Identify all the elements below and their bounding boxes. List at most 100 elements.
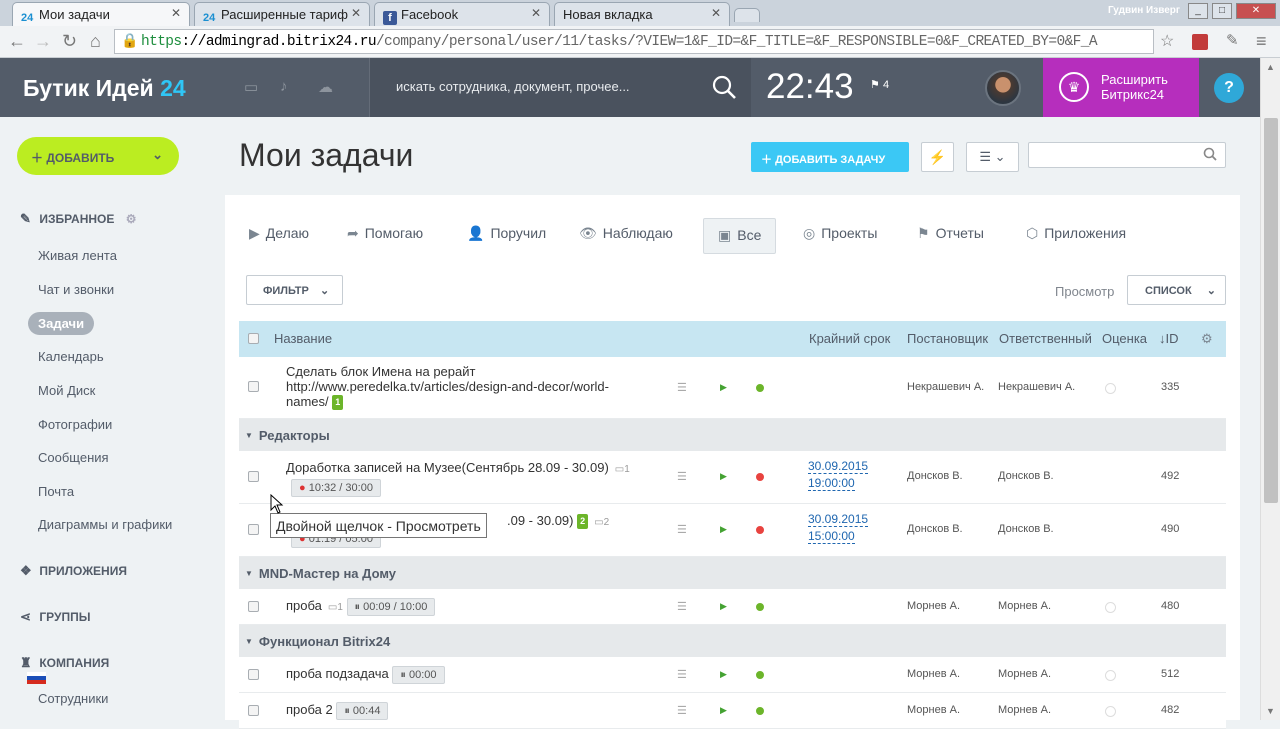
gear-icon[interactable]: ⚙ [1201,331,1213,347]
task-search-input[interactable] [1028,142,1226,168]
bookmark-star-icon[interactable]: ☆ [1160,31,1174,51]
close-tab-icon[interactable]: ✕ [351,6,361,20]
play-icon[interactable]: ▶ [720,471,727,482]
deadline[interactable]: 30.09.2015 19:00:00 [808,458,869,492]
sidebar-item-messages[interactable]: Сообщения [38,450,109,465]
back-icon[interactable]: ← [8,31,26,52]
timer[interactable]: ⏸ 00:09 / 10:00 [346,598,436,616]
creator-link[interactable]: Донсков В. [907,470,963,482]
page-scrollbar[interactable]: ▲ ▼ [1260,58,1280,720]
row-menu-icon[interactable]: ☰ [677,381,687,394]
browser-tab-facebook[interactable]: f Facebook ✕ [374,2,550,26]
group-row[interactable]: ▼ MND-Мастер на Дому [239,557,1226,589]
portal-logo[interactable]: Бутик Идей 24 [23,75,186,102]
maximize-icon[interactable]: □ [1212,3,1232,19]
table-row[interactable]: проба 2 ⏸ 00:44 ☰ ▶ Морнев А. Морнев А. … [239,693,1226,729]
row-menu-icon[interactable]: ☰ [677,523,687,536]
favorites-header[interactable]: ✎ ИЗБРАННОЕ ⚙ [20,211,137,227]
table-row[interactable]: проба подзадача ⏸ 00:00 ☰ ▶ Морнев А. Мо… [239,657,1226,693]
comments-count[interactable]: ▭1 [615,464,630,475]
column-id[interactable]: ↓ID [1159,331,1179,346]
group-row[interactable]: ▼ Функционал Bitrix24 [239,625,1226,657]
deadline[interactable]: 30.09.2015 15:00:00 [808,511,869,545]
play-icon[interactable]: ▶ [720,524,727,535]
play-icon[interactable]: ▶ [720,601,727,612]
sidebar-item-chat[interactable]: Чат и звонки [38,282,114,297]
reload-icon[interactable]: ↻ [62,31,77,52]
row-menu-icon[interactable]: ☰ [677,470,687,483]
minimize-icon[interactable]: _ [1188,3,1208,19]
collapse-icon[interactable]: ▼ [245,569,253,578]
mark-icon[interactable] [1105,602,1116,613]
bell-icon[interactable]: ♪ [280,78,288,95]
close-tab-icon[interactable]: ✕ [531,6,541,20]
gear-icon[interactable]: ⚙ [126,212,137,226]
forward-icon[interactable]: → [34,31,52,52]
tab-helping[interactable]: ➦ Помогаю [347,225,423,242]
close-tab-icon[interactable]: ✕ [171,6,181,20]
filter-button[interactable]: ФИЛЬТР ⌄ [246,275,343,305]
responsible-link[interactable]: Донсков В. [998,470,1054,482]
home-icon[interactable]: ⌂ [90,31,101,52]
sidebar-item-employees[interactable]: Сотрудники [38,691,108,706]
timer[interactable]: ● 10:32 / 30:00 [291,479,381,497]
creator-link[interactable]: Морнев А. [907,600,960,612]
menu-icon[interactable]: ≡ [1256,31,1267,52]
tab-assigned[interactable]: 👤 Поручил [467,225,546,242]
creator-link[interactable]: Морнев А. [907,704,960,716]
company-header[interactable]: ♜ КОМПАНИЯ [20,655,109,671]
scroll-thumb[interactable] [1264,118,1278,503]
responsible-link[interactable]: Донсков В. [998,523,1054,535]
add-button[interactable]: ＋ ДОБАВИТЬ ⌄ [17,137,179,175]
creator-link[interactable]: Донсков В. [907,523,963,535]
global-search[interactable]: искать сотрудника, документ, прочее... [369,58,751,117]
column-responsible[interactable]: Ответственный [999,331,1092,346]
new-tab-button[interactable] [734,8,760,22]
collapse-icon[interactable]: ▼ [245,637,253,646]
column-mark[interactable]: Оценка [1102,331,1147,346]
group-row[interactable]: ▼ Редакторы [239,419,1226,451]
apps-header[interactable]: ❖ ПРИЛОЖЕНИЯ [20,563,127,579]
avatar[interactable] [985,70,1021,106]
task-title[interactable]: .09 - 30.09) 2 ▭2 [507,513,609,530]
close-tab-icon[interactable]: ✕ [711,6,721,20]
mark-icon[interactable] [1105,670,1116,681]
select-all-checkbox[interactable] [248,333,259,344]
subtask-count-badge[interactable]: 2 [577,514,589,529]
cloud-icon[interactable]: ☁ [318,78,333,96]
row-checkbox[interactable] [248,471,259,482]
creator-link[interactable]: Некрашевич А. [907,381,984,393]
table-row[interactable]: проба ▭1 ⏸ 00:09 / 10:00 ☰ ▶ Морнев А. Мо… [239,589,1226,625]
task-title[interactable]: Сделать блок Имена на рерайт http://www.… [286,364,609,410]
extension-icon[interactable] [1192,34,1208,50]
creator-link[interactable]: Морнев А. [907,668,960,680]
clock[interactable]: 22:43 [766,67,854,107]
row-menu-icon[interactable]: ☰ [677,668,687,681]
view-select[interactable]: СПИСОК ⌄ [1127,275,1226,305]
comments-count[interactable]: ▭1 [328,602,343,613]
row-checkbox[interactable] [248,381,259,392]
sidebar-item-disk[interactable]: Мой Диск [38,383,95,398]
column-creator[interactable]: Постановщик [907,331,988,346]
paint-icon[interactable]: ✎ [1226,31,1239,49]
row-checkbox[interactable] [248,705,259,716]
sidebar-item-tasks[interactable]: Задачи [28,312,95,335]
sidebar-item-mail[interactable]: Почта [38,484,74,499]
mark-icon[interactable] [1105,383,1116,394]
add-task-button[interactable]: ＋ ДОБАВИТЬ ЗАДАЧУ [751,142,909,172]
comments-count[interactable]: ▭2 [594,517,609,528]
tab-doing[interactable]: ▶ Делаю [249,225,309,242]
search-icon[interactable] [711,74,737,100]
timer[interactable]: ⏸ 00:00 [392,666,445,684]
responsible-link[interactable]: Морнев А. [998,704,1051,716]
lightning-icon[interactable]: ⚡ [921,142,954,172]
row-menu-icon[interactable]: ☰ [677,704,687,717]
search-icon[interactable] [1203,147,1217,161]
tab-reports[interactable]: ⚑ Отчеты [917,225,984,242]
play-icon[interactable]: ▶ [720,669,727,680]
timer[interactable]: ⏸ 00:44 [336,702,389,720]
row-menu-icon[interactable]: ☰ [677,600,687,613]
browser-tab-my-tasks[interactable]: 24 Мои задачи ✕ [12,2,190,26]
upgrade-button[interactable]: ♛ Расширить Битрикс24 [1043,58,1199,117]
task-title[interactable]: проба подзадача ⏸ 00:00 [286,666,445,684]
